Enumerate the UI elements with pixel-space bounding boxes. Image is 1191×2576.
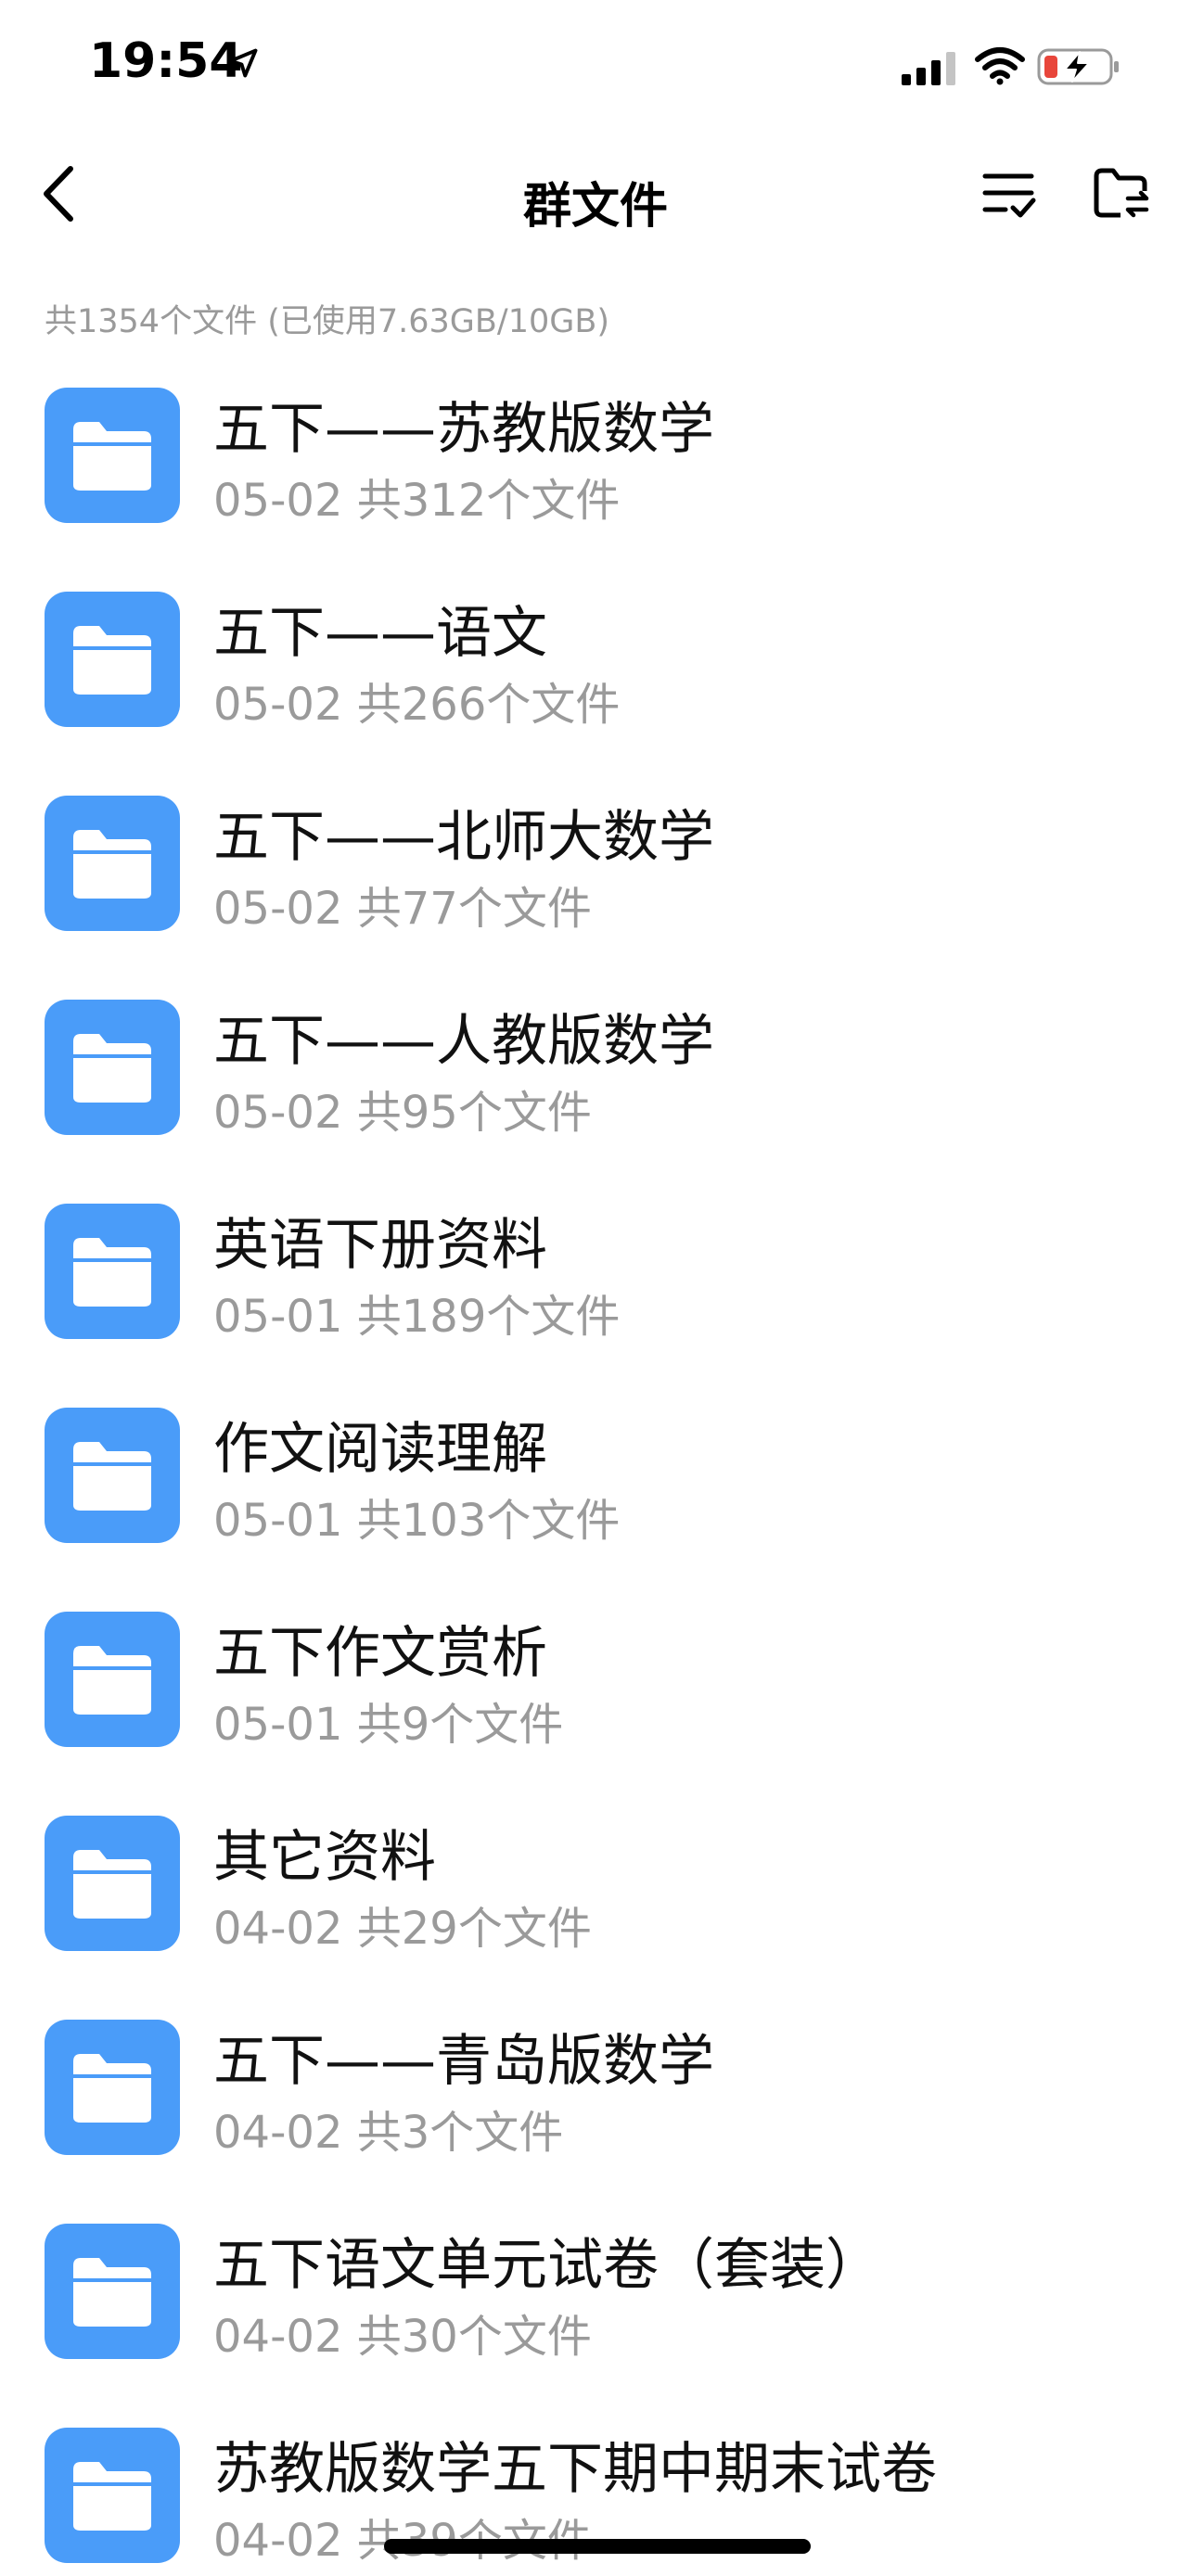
folder-meta: 05-01 共9个文件	[213, 1699, 564, 1751]
sort-list-icon[interactable]	[981, 167, 1037, 223]
group-files-screen: 19:54 群文件 共1354个文件 (已使用7.63GB/10GB) 五下——…	[0, 0, 1191, 2576]
folder-name: 五下——北师大数学	[213, 805, 714, 870]
location-arrow-icon	[228, 48, 258, 78]
folder-icon	[45, 1000, 180, 1135]
folder-icon	[45, 592, 180, 727]
folder-name: 苏教版数学五下期中期末试卷	[213, 2437, 937, 2502]
folder-meta: 04-02 共30个文件	[213, 2311, 592, 2363]
home-indicator[interactable]	[384, 2539, 811, 2554]
list-item[interactable]: 五下语文单元试卷（套装） 04-02 共30个文件	[0, 2207, 1191, 2411]
signal-icon	[902, 52, 955, 85]
battery-charging-icon	[1037, 48, 1119, 85]
folder-name: 其它资料	[213, 1825, 436, 1890]
folder-name: 五下作文赏析	[213, 1621, 547, 1686]
folder-icon	[45, 388, 180, 523]
folder-meta: 05-02 共77个文件	[213, 883, 592, 935]
folder-icon	[45, 1612, 180, 1747]
list-item[interactable]: 五下——苏教版数学 05-02 共312个文件	[0, 371, 1191, 575]
folder-name: 五下——人教版数学	[213, 1009, 714, 1074]
folder-meta: 05-01 共103个文件	[213, 1495, 621, 1547]
status-time: 19:54	[89, 33, 243, 89]
folder-meta: 05-01 共189个文件	[213, 1291, 621, 1343]
list-item[interactable]: 其它资料 04-02 共29个文件	[0, 1799, 1191, 2003]
folder-transfer-icon[interactable]	[1091, 163, 1150, 223]
status-bar: 19:54	[0, 0, 1191, 139]
folder-name: 五下语文单元试卷（套装）	[213, 2233, 881, 2298]
folder-meta: 04-02 共29个文件	[213, 1903, 592, 1955]
list-item[interactable]: 五下——北师大数学 05-02 共77个文件	[0, 779, 1191, 983]
list-item[interactable]: 五下——人教版数学 05-02 共95个文件	[0, 983, 1191, 1187]
list-item[interactable]: 五下——语文 05-02 共266个文件	[0, 575, 1191, 779]
folder-meta: 04-02 共39个文件	[213, 2515, 592, 2567]
folder-icon	[45, 2224, 180, 2359]
folder-name: 五下——苏教版数学	[213, 397, 714, 462]
folder-meta: 05-02 共312个文件	[213, 475, 621, 527]
nav-bar: 群文件	[0, 139, 1191, 250]
folder-icon	[45, 1408, 180, 1543]
folder-name: 五下——青岛版数学	[213, 2029, 714, 2094]
folder-icon	[45, 2428, 180, 2563]
list-item[interactable]: 作文阅读理解 05-01 共103个文件	[0, 1391, 1191, 1595]
list-item[interactable]: 英语下册资料 05-01 共189个文件	[0, 1187, 1191, 1391]
folder-icon	[45, 2020, 180, 2155]
storage-summary: 共1354个文件 (已使用7.63GB/10GB)	[45, 303, 610, 340]
list-item[interactable]: 五下——青岛版数学 04-02 共3个文件	[0, 2003, 1191, 2207]
folder-icon	[45, 1816, 180, 1951]
folder-meta: 05-02 共95个文件	[213, 1087, 592, 1139]
folder-meta: 05-02 共266个文件	[213, 679, 621, 731]
file-list: 五下——苏教版数学 05-02 共312个文件 五下——语文 05-02 共26…	[0, 371, 1191, 2576]
folder-icon	[45, 1204, 180, 1339]
folder-name: 五下——语文	[213, 601, 547, 666]
folder-meta: 04-02 共3个文件	[213, 2107, 564, 2159]
folder-icon	[45, 796, 180, 931]
wifi-icon	[975, 47, 1025, 85]
folder-name: 作文阅读理解	[213, 1417, 547, 1482]
list-item[interactable]: 五下作文赏析 05-01 共9个文件	[0, 1595, 1191, 1799]
folder-name: 英语下册资料	[213, 1213, 547, 1278]
